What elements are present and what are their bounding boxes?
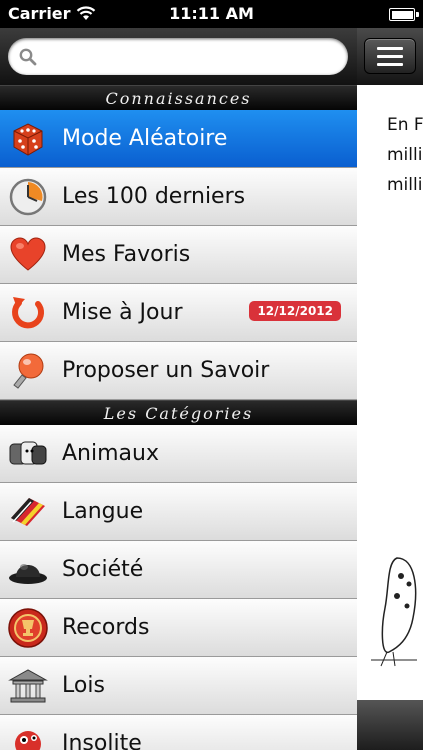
menu-item-mes-favoris[interactable]: Mes Favoris	[0, 226, 357, 284]
category-item-animaux[interactable]: Animaux	[0, 425, 357, 483]
category-label: Animaux	[62, 441, 159, 466]
animals-icon	[7, 433, 49, 475]
hamburger-icon	[377, 46, 403, 50]
content-bottom-toolbar	[357, 700, 423, 750]
creature-icon	[7, 723, 49, 750]
menu-toggle-button[interactable]	[364, 38, 416, 74]
flags-icon	[7, 491, 49, 533]
section-header-connaissances: Connaissances	[0, 85, 357, 110]
clock-icon	[7, 176, 49, 218]
menu-item-label: Mode Aléatoire	[62, 126, 228, 151]
menu-item-mode-aleatoire[interactable]: Mode Aléatoire	[0, 110, 357, 168]
content-panel: En F millio millio	[357, 28, 423, 750]
trophy-medal-icon	[7, 607, 49, 649]
heart-icon	[7, 234, 49, 276]
section-header-categories: Les Catégories	[0, 400, 357, 425]
search-icon	[19, 48, 37, 65]
fact-text: En F millio millio	[387, 110, 423, 200]
category-item-insolite[interactable]: Insolite	[0, 715, 357, 750]
mascot-illustration	[371, 557, 417, 667]
category-label: Société	[62, 557, 144, 582]
search-bar	[0, 28, 357, 85]
category-label: Langue	[62, 499, 144, 524]
menu-item-mise-a-jour[interactable]: Mise à Jour 12/12/2012	[0, 284, 357, 342]
battery-icon	[389, 8, 419, 21]
category-item-lois[interactable]: Lois	[0, 657, 357, 715]
category-label: Lois	[62, 673, 105, 698]
dice-icon	[7, 118, 49, 160]
refresh-icon	[7, 292, 49, 334]
fact-text-line: En F	[387, 115, 423, 135]
search-input[interactable]	[43, 47, 323, 66]
menu-item-les-100-derniers[interactable]: Les 100 derniers	[0, 168, 357, 226]
bowler-hat-icon	[7, 549, 49, 591]
menu-item-label: Les 100 derniers	[62, 184, 246, 209]
sidebar-menu: Connaissances Mode Aléatoire Les 100 der…	[0, 28, 357, 750]
menu-item-proposer-un-savoir[interactable]: Proposer un Savoir	[0, 342, 357, 400]
lightbulb-icon	[7, 350, 49, 392]
category-label: Records	[62, 615, 150, 640]
fact-text-line: millio	[387, 175, 423, 195]
menu-item-label: Mise à Jour	[62, 300, 183, 325]
content-navigation-bar	[357, 28, 423, 85]
fact-text-line: millio	[387, 145, 423, 165]
category-item-records[interactable]: Records	[0, 599, 357, 657]
courthouse-icon	[7, 665, 49, 707]
category-label: Insolite	[62, 731, 142, 750]
search-field[interactable]	[8, 38, 348, 75]
status-time: 11:11 AM	[169, 4, 254, 23]
update-date-badge: 12/12/2012	[249, 301, 341, 321]
category-item-societe[interactable]: Société	[0, 541, 357, 599]
category-item-langue[interactable]: Langue	[0, 483, 357, 541]
menu-item-label: Mes Favoris	[62, 242, 191, 267]
status-bar: Carrier 11:11 AM	[0, 0, 423, 28]
menu-item-label: Proposer un Savoir	[62, 358, 270, 383]
